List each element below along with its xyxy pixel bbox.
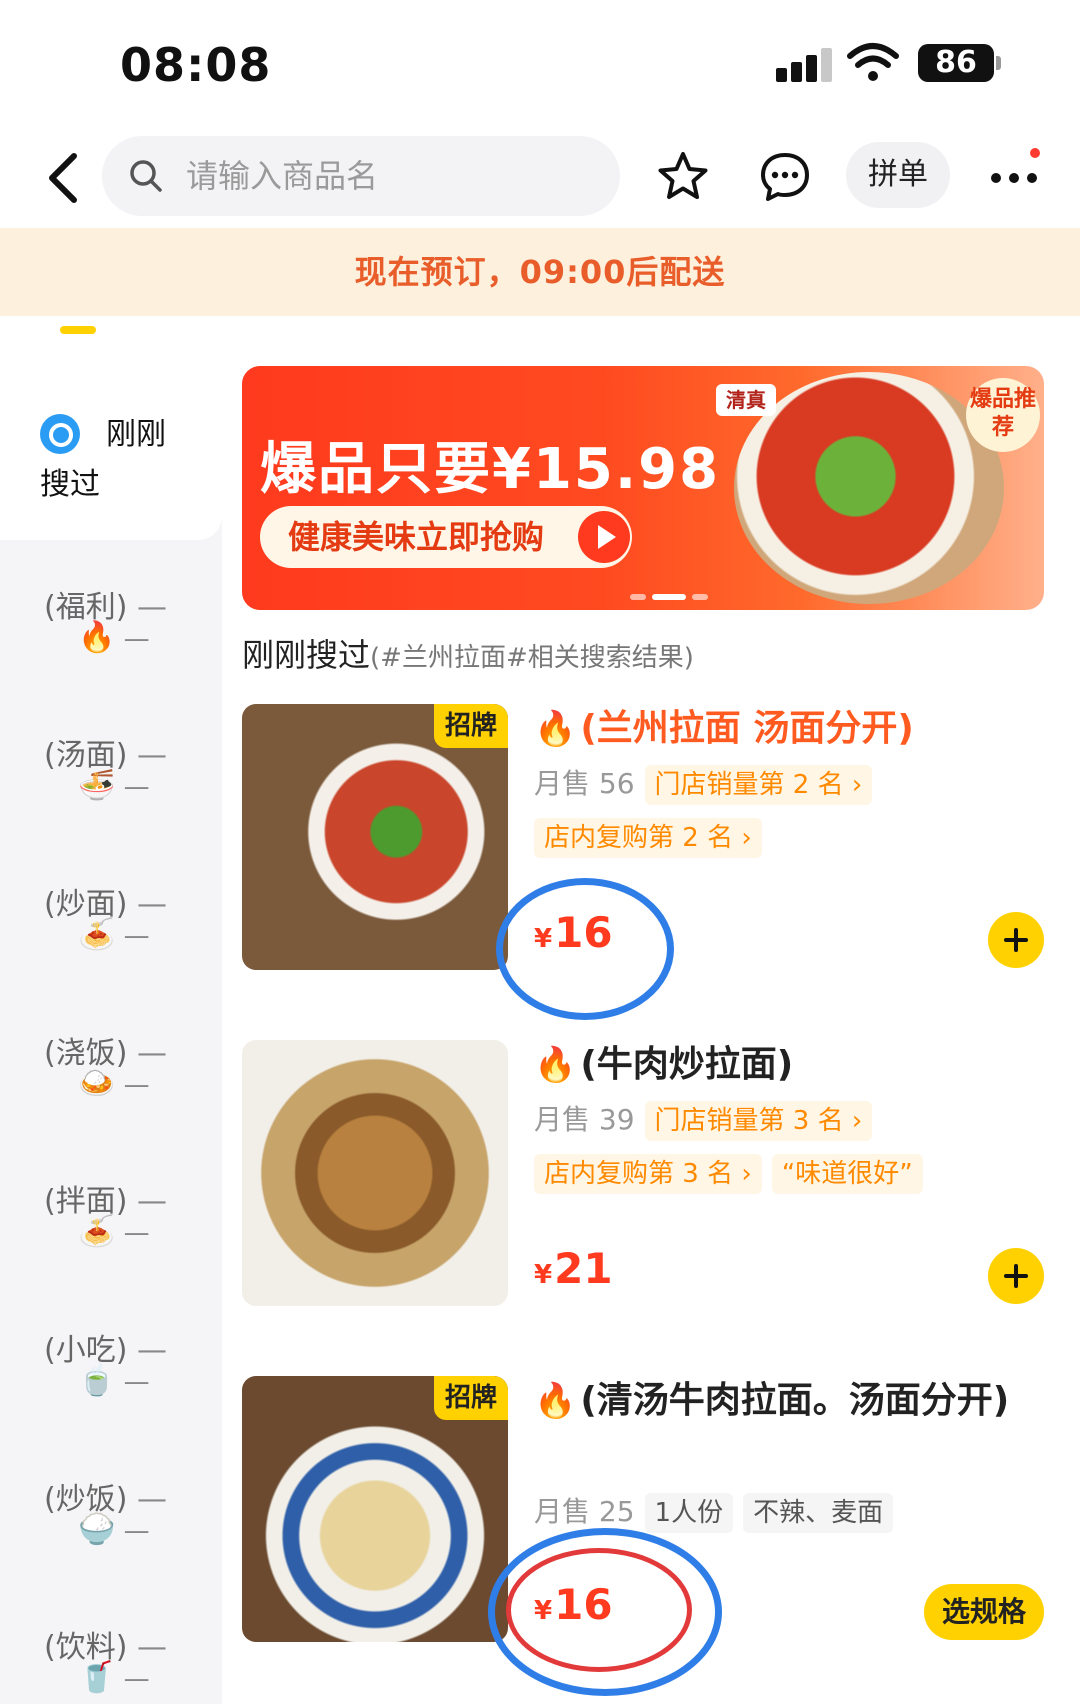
more-icon[interactable]	[988, 158, 1040, 198]
cellular-signal-icon	[776, 48, 834, 82]
monthly-sales: 月售 39	[534, 1103, 635, 1136]
sales-row: 月售 39 门店销量第 3 名	[534, 1098, 873, 1141]
hot-product-badge: 爆品推荐	[966, 378, 1040, 452]
fire-icon: 🔥	[534, 1045, 577, 1085]
product-card[interactable]: 🔥(牛肉炒拉面) 月售 39门店销量第 3 名 店内复购第 3 名“味道很好” …	[242, 1040, 1044, 1306]
group-order-button[interactable]: 拼单	[846, 142, 950, 208]
section-title-text: 刚刚搜过	[242, 636, 371, 674]
spaghetti-icon: 🍝	[78, 917, 150, 952]
sidebar-item-soup-noodles[interactable]: (汤面) 🍜	[0, 730, 222, 850]
sidebar-item-snacks[interactable]: (小吃) 🍵	[0, 1325, 222, 1445]
sales-row: 月售 56 门店销量第 2 名	[534, 762, 873, 805]
battery-icon: 86	[918, 44, 1001, 82]
noodle-bowl-icon: 🍜	[78, 768, 150, 803]
wifi-icon	[847, 43, 899, 81]
category-sidebar: 刚刚搜过 (福利) 🔥 (汤面) 🍜 (炒面) 🍝 (浇饭) 🍛 (拌面) 🍝 …	[0, 316, 222, 1704]
product-name: 🔥 (兰州拉面 汤面分开)	[534, 708, 914, 749]
chat-icon[interactable]	[758, 150, 812, 204]
curry-rice-icon: 🍛	[78, 1066, 150, 1101]
chip-row: 店内复购第 2 名	[534, 818, 762, 858]
spaghetti-icon: 🍝	[78, 1214, 150, 1249]
search-bar[interactable]	[102, 136, 620, 216]
sidebar-item-drinks[interactable]: (饮料) 🥤	[0, 1622, 222, 1704]
banner-cta[interactable]: 健康美味立即抢购	[260, 506, 632, 568]
product-image[interactable]	[242, 1040, 508, 1306]
review-chip[interactable]: “味道很好”	[771, 1154, 923, 1194]
search-icon	[130, 160, 162, 192]
chip-row: 店内复购第 3 名“味道很好”	[534, 1154, 923, 1194]
delivery-notice: 现在预订，09:00后配送	[0, 228, 1080, 316]
status-bar: 08:08 86	[0, 0, 1080, 128]
banner-title: 爆品只要¥15.98	[260, 437, 721, 502]
product-image[interactable]: 招牌	[242, 704, 508, 970]
status-time: 08:08	[120, 38, 272, 92]
play-arrow-icon[interactable]	[578, 511, 630, 563]
notification-dot	[1030, 148, 1040, 158]
sidebar-item-rice-bowl[interactable]: (浇饭) 🍛	[0, 1028, 222, 1148]
fire-icon: 🔥	[534, 1381, 577, 1421]
repurchase-rank-chip[interactable]: 店内复购第 2 名	[534, 818, 762, 858]
active-indicator	[60, 326, 96, 334]
sidebar-item-label: 刚刚搜过	[40, 417, 166, 502]
repurchase-rank-chip[interactable]: 店内复购第 3 名	[534, 1154, 762, 1194]
signature-badge: 招牌	[434, 704, 508, 748]
rice-icon: 🍚	[78, 1512, 150, 1547]
back-arrow-icon[interactable]	[40, 150, 90, 206]
promo-banner[interactable]: 清真 爆品推荐 爆品只要¥15.98 健康美味立即抢购	[242, 366, 1044, 610]
carousel-dots	[630, 586, 714, 600]
select-spec-button[interactable]: 选规格	[924, 1584, 1044, 1640]
halal-tag: 清真	[716, 384, 776, 416]
sidebar-item-recent[interactable]: 刚刚搜过	[0, 316, 222, 540]
annotation-circle-red	[506, 1548, 692, 1672]
signature-badge: 招牌	[434, 1376, 508, 1420]
fire-icon: 🔥	[78, 620, 150, 655]
add-to-cart-button[interactable]	[988, 1248, 1044, 1304]
store-rank-chip[interactable]: 门店销量第 3 名	[644, 1101, 873, 1141]
section-title: 刚刚搜过(#兰州拉面#相关搜索结果)	[242, 630, 694, 676]
tea-bowl-icon: 🍵	[78, 1363, 150, 1398]
star-icon[interactable]	[656, 150, 710, 204]
nav-bar: 拼单	[0, 128, 1080, 228]
fire-icon: 🔥	[534, 709, 577, 749]
spice-tag: 不辣、麦面	[743, 1493, 894, 1533]
product-image[interactable]: 招牌	[242, 1376, 508, 1642]
sidebar-item-fried-rice[interactable]: (炒饭) 🍚	[0, 1474, 222, 1594]
drink-cup-icon: 🥤	[78, 1660, 150, 1695]
add-to-cart-button[interactable]	[988, 912, 1044, 968]
monthly-sales: 月售 25	[534, 1495, 635, 1528]
sales-row: 月售 25 1人份 不辣、麦面	[534, 1490, 894, 1533]
product-name: 🔥 (牛肉炒拉面)	[534, 1044, 794, 1085]
sidebar-item-mixed-noodles[interactable]: (拌面) 🍝	[0, 1176, 222, 1296]
product-price: ¥21	[534, 1244, 613, 1293]
store-rank-chip[interactable]: 门店销量第 2 名	[644, 765, 873, 805]
search-input[interactable]	[186, 150, 586, 202]
product-name: 🔥 (清汤牛肉拉面。汤面分开)	[534, 1380, 1010, 1421]
portion-tag: 1人份	[644, 1493, 734, 1533]
monthly-sales: 月售 56	[534, 767, 635, 800]
section-hint: (#兰州拉面#相关搜索结果)	[370, 643, 694, 673]
sidebar-item-fried-noodles[interactable]: (炒面) 🍝	[0, 879, 222, 999]
annotation-circle	[496, 878, 674, 1020]
sidebar-item-welfare[interactable]: (福利) 🔥	[0, 582, 222, 702]
